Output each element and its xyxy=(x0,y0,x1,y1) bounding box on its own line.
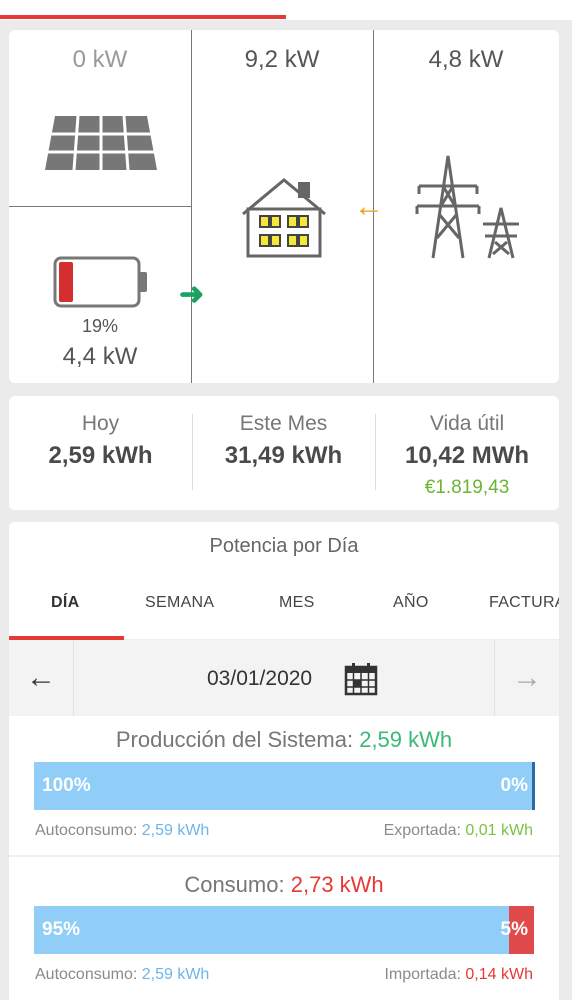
battery-to-home-arrow-icon: ➜ xyxy=(179,278,205,311)
production-label: Producción del Sistema: xyxy=(115,727,354,752)
grid-to-home-arrow-icon: ← xyxy=(354,190,384,223)
consumption-self-percent: 95% xyxy=(42,919,81,940)
stat-month-label: Este Mes xyxy=(239,412,328,435)
production-export-value: 0,01 kWh xyxy=(465,822,533,839)
selected-date[interactable]: 03/01/2020 xyxy=(207,667,312,691)
stat-today-value: 2,59 kWh xyxy=(48,442,153,469)
next-date-button[interactable]: → xyxy=(494,640,559,716)
production-value: 2,59 kWh xyxy=(359,727,453,752)
stat-month: Este Mes 31,49 kWh xyxy=(192,412,375,470)
production-bar: 100% 0% xyxy=(34,762,535,810)
consumption-title: Consumo: 2,73 kWh xyxy=(9,872,559,898)
production-self-percent: 100% xyxy=(42,775,91,796)
stat-lifetime: Vida útil 10,42 MWh €1.819,43 xyxy=(375,412,559,499)
battery-icon xyxy=(53,256,147,308)
power-card-title: Potencia por Día xyxy=(209,535,359,557)
consumption-bar: 95% 5% xyxy=(34,906,534,954)
production-export-percent: 0% xyxy=(500,775,528,796)
production-title: Producción del Sistema: 2,59 kWh xyxy=(9,727,559,753)
battery-power-value: 4,4 kW xyxy=(62,343,138,370)
consumption-import-value: 0,14 kWh xyxy=(465,966,533,983)
home-power-value: 9,2 kW xyxy=(244,46,320,73)
stat-lifetime-money: €1.819,43 xyxy=(424,477,510,498)
date-navigation-bar: ← 03/01/2020 → xyxy=(9,640,559,716)
divider xyxy=(9,206,191,207)
divider xyxy=(9,855,559,857)
tab-month[interactable]: MES xyxy=(279,594,315,612)
top-progress-bar xyxy=(0,0,572,20)
production-export-segment xyxy=(532,762,535,810)
previous-date-button[interactable]: ← xyxy=(9,640,74,716)
power-tower-icon xyxy=(415,155,519,259)
stat-today-label: Hoy xyxy=(81,412,120,435)
energy-flow-card: 0 kW 9,2 kW 4,8 kW 19% 4,4 kW ➜ ← xyxy=(9,30,559,383)
stat-today: Hoy 2,59 kWh xyxy=(9,412,192,470)
battery-percent: 19% xyxy=(81,316,119,336)
house-icon xyxy=(242,178,326,258)
consumption-label: Consumo: xyxy=(184,872,285,897)
stat-lifetime-label: Vida útil xyxy=(429,412,505,435)
tab-invoice[interactable]: FACTURA xyxy=(489,594,559,612)
tab-week[interactable]: SEMANA xyxy=(145,594,214,612)
production-self-value: 2,59 kWh xyxy=(141,822,210,839)
tab-year[interactable]: AÑO xyxy=(393,594,429,612)
top-progress-fill xyxy=(0,15,286,19)
production-export-label: Exportada: xyxy=(383,822,461,839)
consumption-self-legend: Autoconsumo: 2,59 kWh xyxy=(35,966,209,984)
consumption-import-legend: Importada: 0,14 kWh xyxy=(384,966,533,984)
production-export-legend: Exportada: 0,01 kWh xyxy=(384,822,533,840)
solar-panel-icon xyxy=(45,115,157,171)
production-self-label: Autoconsumo: xyxy=(35,822,138,839)
solar-power-value: 0 kW xyxy=(72,46,128,73)
tab-day[interactable]: DÍA xyxy=(51,594,79,612)
consumption-import-label: Importada: xyxy=(384,966,461,983)
stat-lifetime-value: 10,42 MWh xyxy=(404,442,530,469)
consumption-self-value: 2,59 kWh xyxy=(141,966,210,983)
power-per-day-card: Potencia por Día DÍA SEMANA MES AÑO FACT… xyxy=(9,522,559,1000)
calendar-icon[interactable] xyxy=(344,662,378,696)
consumption-value: 2,73 kWh xyxy=(290,872,384,897)
energy-stats-card: Hoy 2,59 kWh Este Mes 31,49 kWh Vida úti… xyxy=(9,396,559,510)
grid-power-value: 4,8 kW xyxy=(428,46,504,73)
consumption-import-percent: 5% xyxy=(500,919,528,940)
consumption-self-label: Autoconsumo: xyxy=(35,966,138,983)
divider xyxy=(191,30,192,383)
stat-month-value: 31,49 kWh xyxy=(224,442,343,469)
production-self-legend: Autoconsumo: 2,59 kWh xyxy=(35,822,209,840)
